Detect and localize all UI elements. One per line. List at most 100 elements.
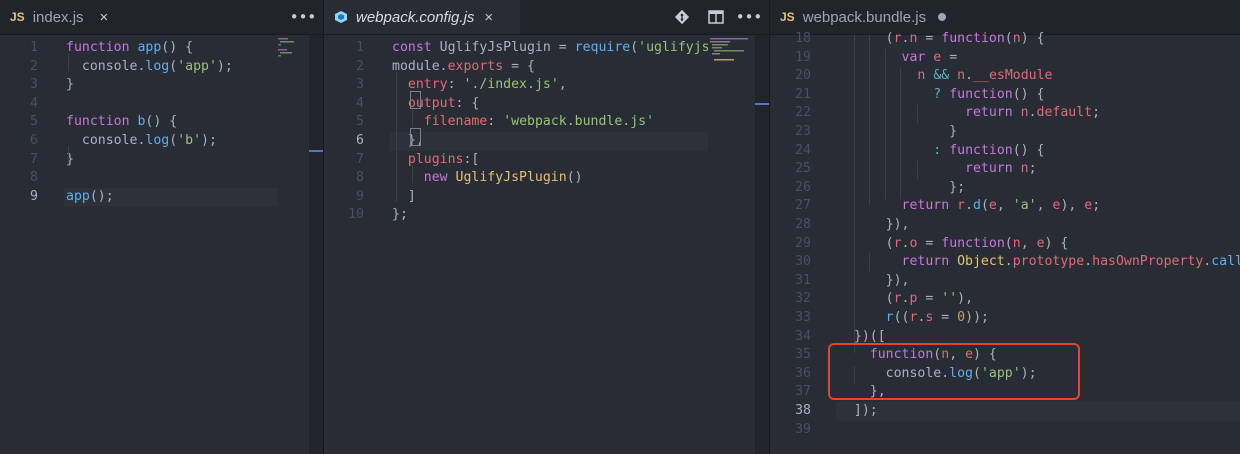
split-pane-icon[interactable] bbox=[702, 0, 730, 34]
code-line[interactable]: 5 filename: 'webpack.bundle.js' bbox=[324, 113, 769, 132]
minimap[interactable] bbox=[276, 35, 300, 65]
line-number: 32 bbox=[795, 291, 811, 307]
line-number: 20 bbox=[795, 68, 811, 84]
code-line[interactable]: 9 app(); bbox=[0, 187, 323, 207]
scroll-marker bbox=[755, 103, 769, 105]
code-line[interactable]: 38 ]); bbox=[770, 402, 1240, 421]
close-icon[interactable]: × bbox=[100, 9, 109, 26]
code-token: . bbox=[1084, 254, 1093, 270]
code-line[interactable]: 4 bbox=[0, 95, 323, 114]
more-options-icon[interactable]: ••• bbox=[734, 0, 764, 34]
code-token: () bbox=[566, 170, 583, 186]
code-token: d bbox=[973, 198, 981, 214]
editor-body[interactable]: 1 const UglifyJsPlugin = require('uglifyj… bbox=[324, 35, 769, 454]
tab-webpack-config-js[interactable]: webpack.config.js × bbox=[324, 0, 520, 34]
line-number: 23 bbox=[795, 124, 811, 139]
line-number: 39 bbox=[795, 421, 811, 437]
code-line[interactable]: 2 console.log('app'); bbox=[0, 58, 323, 77]
code-line[interactable]: 6 }, bbox=[324, 132, 769, 151]
code-line[interactable]: 33 r((r.s = 0)); bbox=[770, 309, 1240, 328]
code-token: r bbox=[957, 198, 966, 214]
tab-index-js[interactable]: JS index.js × bbox=[0, 0, 138, 34]
code-line[interactable]: 21 ? function() { bbox=[770, 86, 1240, 105]
code-line[interactable]: 24 : function() { bbox=[770, 142, 1240, 161]
code-token: function bbox=[949, 142, 1013, 158]
code-token: UglifyJsPlugin bbox=[455, 170, 567, 186]
code-token: entry bbox=[407, 77, 448, 93]
line-number: 1 bbox=[30, 40, 38, 55]
code-line[interactable]: 30 return Object.prototype.hasOwnPropert… bbox=[770, 253, 1240, 272]
code-line[interactable]: 9 ] bbox=[324, 188, 769, 207]
bracket-match bbox=[410, 91, 421, 109]
code-line[interactable]: 3} bbox=[0, 76, 323, 95]
code-line[interactable]: 10}; bbox=[324, 206, 769, 225]
code-line[interactable]: 3 entry: './index.js', bbox=[324, 76, 769, 95]
code-token: UglifyJsPlugin = bbox=[439, 40, 575, 55]
code-line[interactable]: 8 new UglifyJsPlugin() bbox=[324, 169, 769, 188]
line-number: 8 bbox=[356, 170, 364, 186]
scroll-marker bbox=[309, 150, 323, 152]
code-text: return n.default; bbox=[838, 104, 1100, 123]
code-line[interactable]: 25 return n; bbox=[770, 160, 1240, 179]
line-number: 36 bbox=[795, 365, 811, 381]
code-line[interactable]: 29 (r.o = function(n, e) { bbox=[770, 235, 1240, 254]
code-line[interactable]: 39 bbox=[770, 421, 1240, 440]
code-line[interactable]: 26 }; bbox=[770, 179, 1240, 198]
code-line[interactable]: 32 (r.p = ''), bbox=[770, 290, 1240, 309]
code-token: n bbox=[1012, 235, 1021, 251]
code-line[interactable]: 18 (r.n = function(n) { bbox=[770, 30, 1240, 49]
more-options-icon[interactable]: ••• bbox=[288, 0, 318, 34]
editor-body[interactable]: 1 function app() {2 console.log('app'); 3}… bbox=[0, 35, 323, 454]
minimap[interactable] bbox=[708, 35, 753, 65]
code-token: ) { bbox=[1044, 235, 1069, 251]
line-number: 8 bbox=[30, 170, 38, 186]
code-line[interactable]: 1 function app() { bbox=[0, 39, 323, 58]
close-icon[interactable]: × bbox=[484, 9, 493, 26]
code-text: new UglifyJsPlugin() bbox=[392, 169, 583, 188]
line-number: 3 bbox=[30, 77, 38, 93]
code-token: n bbox=[1020, 105, 1029, 121]
code-token: ), bbox=[957, 291, 974, 307]
code-token: . bbox=[965, 198, 974, 214]
code-token: default bbox=[1036, 105, 1093, 121]
vertical-scrollbar[interactable] bbox=[309, 35, 323, 454]
code-line[interactable]: 28 }), bbox=[770, 216, 1240, 235]
code-token: () { bbox=[1012, 142, 1045, 158]
code-line[interactable]: 20 n && n.__esModule bbox=[770, 67, 1240, 86]
code-token: 'a' bbox=[1012, 198, 1037, 214]
line-number: 33 bbox=[795, 310, 811, 325]
code-line[interactable]: 22 return n.default; bbox=[770, 104, 1240, 123]
code-token: () { bbox=[1012, 86, 1045, 102]
tab-webpack-bundle-js[interactable]: JS webpack.bundle.js bbox=[770, 0, 970, 34]
code-line[interactable]: 4 output: { bbox=[324, 95, 769, 114]
code-token: 0 bbox=[957, 310, 966, 325]
code-token: ; bbox=[1092, 198, 1101, 214]
code-token: function bbox=[66, 40, 138, 55]
line-number: 19 bbox=[795, 49, 811, 65]
code-line[interactable]: 1 const UglifyJsPlugin = require('uglifyj… bbox=[324, 39, 769, 58]
code-line[interactable]: 31 }), bbox=[770, 272, 1240, 291]
modified-dot-icon[interactable] bbox=[938, 13, 947, 21]
code-line[interactable]: 23 } bbox=[770, 123, 1240, 142]
code-token: './index.js' bbox=[463, 77, 559, 93]
code-line[interactable]: 7 plugins:[ bbox=[324, 151, 769, 170]
editor-body[interactable]: 18 (r.n = function(n) {19 var e = 20 n &&… bbox=[770, 31, 1240, 454]
code-line[interactable]: 27 return r.d(e, 'a', e), e; bbox=[770, 197, 1240, 216]
code-line[interactable]: 6 console.log('b'); bbox=[0, 132, 323, 151]
code-line[interactable]: 8 bbox=[0, 169, 323, 188]
code-token: (( bbox=[893, 310, 910, 325]
vertical-scrollbar[interactable] bbox=[755, 35, 769, 454]
line-number: 25 bbox=[795, 161, 811, 177]
code-text: }), bbox=[838, 216, 910, 235]
code-line[interactable]: 7} bbox=[0, 151, 323, 170]
code-token: : { bbox=[455, 95, 480, 111]
git-diamond-icon[interactable] bbox=[668, 0, 696, 34]
code-line[interactable]: 5 function b() { bbox=[0, 113, 323, 132]
code-line[interactable]: 2 module.exports = { bbox=[324, 58, 769, 77]
code-token: return bbox=[901, 254, 958, 270]
line-number: 9 bbox=[356, 188, 364, 204]
code-token: , bbox=[996, 198, 1013, 214]
minimap-preview bbox=[710, 38, 748, 61]
code-line[interactable]: 19 var e = bbox=[770, 49, 1240, 68]
